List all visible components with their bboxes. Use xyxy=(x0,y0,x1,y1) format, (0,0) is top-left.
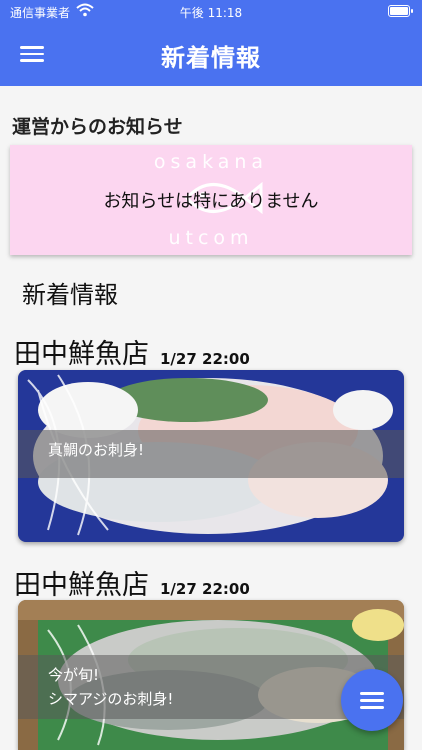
status-time: 午後 11:18 xyxy=(179,6,243,20)
floating-menu-button[interactable] xyxy=(341,669,403,731)
watermark-logo-bottom: utcom xyxy=(168,227,254,249)
post-caption-line: シマアジのお刺身! xyxy=(48,690,174,708)
post-date: 1/27 22:00 xyxy=(160,350,250,368)
notice-heading: 運営からのお知らせ xyxy=(12,116,183,138)
post-caption-line: 今が旬! xyxy=(48,666,100,684)
post-shop-name[interactable]: 田中鮮魚店 xyxy=(14,332,149,371)
status-bar: 通信事業者 午後 11:18 xyxy=(0,0,422,24)
page-title: 新着情報 xyxy=(161,44,261,72)
post-date: 1/27 22:00 xyxy=(160,580,250,598)
post-caption-line: 真鯛のお刺身! xyxy=(48,441,145,459)
menu-lines-icon xyxy=(360,692,384,695)
news-heading: 新着情報 xyxy=(22,281,118,309)
app-header: 新着情報 xyxy=(0,24,422,86)
notice-message: お知らせは特にありません xyxy=(103,191,319,212)
notice-box: osakana utcom お知らせは特にありません xyxy=(10,145,412,255)
post-shop-name[interactable]: 田中鮮魚店 xyxy=(14,563,149,602)
battery-icon xyxy=(388,5,413,17)
post-caption: 真鯛のお刺身! xyxy=(18,430,404,478)
watermark-logo-top: osakana xyxy=(153,151,269,173)
